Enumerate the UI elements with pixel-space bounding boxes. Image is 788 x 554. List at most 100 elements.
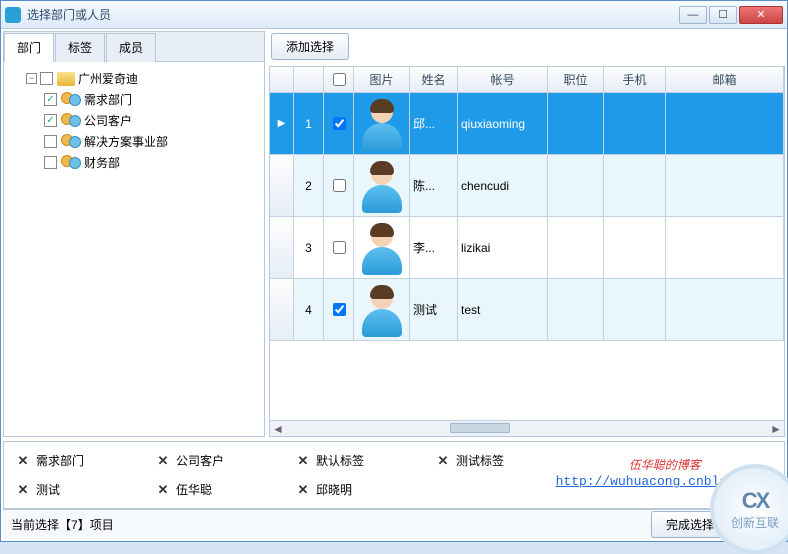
cell-avatar [354,93,410,154]
tree-checkbox[interactable] [44,93,57,106]
col-index [294,67,324,92]
selection-label: 测试标签 [456,452,504,469]
horizontal-scrollbar[interactable]: ◄ ► [270,420,784,436]
col-account[interactable]: 帐号 [458,67,548,92]
blog-link[interactable]: http://wuhuacong.cnblogs.com [556,474,774,489]
tree-toggle[interactable]: − [26,73,37,84]
group-icon [61,155,81,171]
tab-tags[interactable]: 标签 [55,33,105,62]
cell-position [548,155,604,216]
tree-checkbox[interactable] [44,135,57,148]
minimize-button[interactable]: — [679,6,707,24]
table-row[interactable]: 4测试test [270,279,784,341]
tree-checkbox[interactable] [40,72,53,85]
selection-label: 公司客户 [176,452,224,469]
remove-icon[interactable]: ✕ [156,483,170,497]
selection-panel: ✕需求部门✕公司客户✕默认标签✕测试标签✕测试✕伍华聪✕邱晓明 伍华聪的博客 h… [3,441,785,509]
remove-icon[interactable]: ✕ [296,454,310,468]
selection-label: 默认标签 [316,452,364,469]
tree-checkbox[interactable] [44,114,57,127]
tree-checkbox[interactable] [44,156,57,169]
scroll-thumb[interactable] [450,423,510,433]
app-icon [5,7,21,23]
group-icon [61,113,81,129]
selection-item: ✕邱晓明 [296,481,436,498]
selection-item: ✕ 默认标签 [296,452,436,469]
cell-account: chencudi [458,155,548,216]
col-check[interactable] [324,67,354,92]
cell-avatar [354,279,410,340]
status-text: 当前选择【7】项目 [11,516,114,533]
col-pic[interactable]: 图片 [354,67,410,92]
cell-check[interactable] [324,279,354,340]
cell-index: 2 [294,155,324,216]
row-indicator [270,155,294,216]
clear-button[interactable]: 清 [735,511,777,538]
add-selection-button[interactable]: 添加选择 [271,33,349,60]
remove-icon[interactable]: ✕ [436,454,450,468]
table-row[interactable]: 3 李...lizikai [270,217,784,279]
left-panel: 部门 标签 成员 − 广州爱奇迪 需求部门 公司客户 [3,31,265,437]
maximize-button[interactable]: ☐ [709,6,737,24]
cell-check[interactable] [324,217,354,278]
tree-node-label[interactable]: 需求部门 [84,91,132,108]
cell-account: lizikai [458,217,548,278]
table-row[interactable]: 2 陈...chencudi [270,155,784,217]
cell-name: 陈... [410,155,458,216]
cell-check[interactable] [324,155,354,216]
row-checkbox[interactable] [333,241,346,254]
cell-phone [604,217,666,278]
cell-name: 邱... [410,93,458,154]
close-button[interactable]: ✕ [739,6,783,24]
org-icon [57,72,75,86]
tab-members[interactable]: 成员 [106,33,156,62]
blog-name: 伍华聪的博客 [556,456,774,473]
row-checkbox[interactable] [333,303,346,316]
tab-department[interactable]: 部门 [4,33,54,62]
scroll-right-arrow[interactable]: ► [768,421,784,437]
cell-check[interactable] [324,93,354,154]
group-icon [61,92,81,108]
blog-watermark: 伍华聪的博客 http://wuhuacong.cnblogs.com [556,456,774,490]
col-name[interactable]: 姓名 [410,67,458,92]
col-position[interactable]: 职位 [548,67,604,92]
cell-index: 4 [294,279,324,340]
remove-icon[interactable]: ✕ [156,454,170,468]
cell-mail [666,93,784,154]
tree-node-label[interactable]: 公司客户 [84,112,132,129]
header-checkbox[interactable] [333,73,346,86]
group-icon [61,134,81,150]
tabstrip: 部门 标签 成员 [4,32,264,62]
cell-mail [666,217,784,278]
scroll-left-arrow[interactable]: ◄ [270,421,286,437]
selection-item: ✕ 测试 [16,481,156,498]
footer: 当前选择【7】项目 完成选择 清 [3,509,785,539]
cell-phone [604,93,666,154]
remove-icon[interactable]: ✕ [16,483,30,497]
table-row[interactable]: ▶1邱...qiuxiaoming [270,93,784,155]
col-mail[interactable]: 邮箱 [666,67,784,92]
dept-tree[interactable]: − 广州爱奇迪 需求部门 公司客户 解决方案事业部 财务部 [4,62,264,436]
cell-avatar [354,217,410,278]
grid-header: 图片 姓名 帐号 职位 手机 邮箱 [270,67,784,93]
titlebar: 选择部门或人员 — ☐ ✕ [1,1,787,29]
col-rowheader [270,67,294,92]
cell-index: 3 [294,217,324,278]
cell-account: test [458,279,548,340]
selection-item: ✕ 公司客户 [156,452,296,469]
remove-icon[interactable]: ✕ [16,454,30,468]
tree-node-label[interactable]: 财务部 [84,154,120,171]
row-checkbox[interactable] [333,117,346,130]
row-checkbox[interactable] [333,179,346,192]
cell-name: 李... [410,217,458,278]
cell-position [548,93,604,154]
row-indicator [270,217,294,278]
remove-icon[interactable]: ✕ [296,483,310,497]
cell-mail [666,279,784,340]
finish-button[interactable]: 完成选择 [651,511,729,538]
tree-root-label: 广州爱奇迪 [78,70,138,87]
tree-node-label[interactable]: 解决方案事业部 [84,133,168,150]
cell-mail [666,155,784,216]
col-phone[interactable]: 手机 [604,67,666,92]
selection-label: 测试 [36,481,60,498]
